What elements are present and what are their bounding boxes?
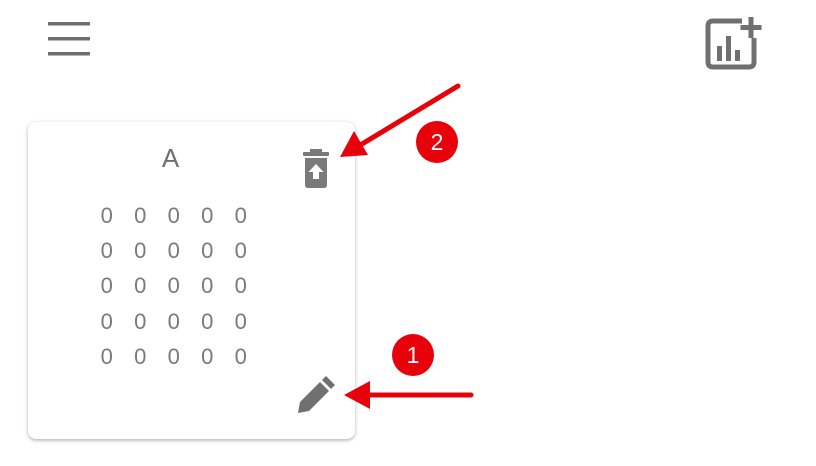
matrix-cell: 0 [201, 308, 214, 334]
matrix-row: 0 0 0 0 0 [90, 304, 258, 339]
menu-button[interactable] [46, 20, 92, 58]
matrix-cell: 0 [167, 343, 180, 369]
matrix-cell: 0 [201, 343, 214, 369]
delete-button[interactable] [298, 146, 334, 190]
matrix-row: 0 0 0 0 0 [90, 233, 258, 268]
matrix-cell: 0 [234, 202, 247, 228]
card-title: A [161, 143, 180, 173]
matrix-cell: 0 [167, 237, 180, 263]
matrix-cell: 0 [100, 273, 113, 299]
matrix-cell: 0 [201, 237, 214, 263]
arrow-to-edit [344, 381, 474, 409]
menu-icon [48, 22, 90, 56]
matrix-cell: 0 [134, 273, 147, 299]
matrix-cell: 0 [234, 343, 247, 369]
matrix-cell: 0 [234, 237, 247, 263]
matrix-cell: 0 [167, 308, 180, 334]
matrix-cell: 0 [100, 308, 113, 334]
matrix-cell: 0 [134, 237, 147, 263]
add-chart-icon [705, 17, 762, 70]
matrix-cell: 0 [234, 308, 247, 334]
matrix-cell: 0 [201, 273, 214, 299]
add-chart-button[interactable] [704, 14, 764, 72]
matrix-cell: 0 [100, 343, 113, 369]
page: A 0 0 0 0 0 0 0 0 0 0 0 0 0 0 0 0 0 0 0 … [0, 0, 816, 466]
matrix-grid: 0 0 0 0 0 0 0 0 0 0 0 0 0 0 0 0 0 0 0 0 … [90, 198, 258, 374]
arrow-to-delete [340, 83, 461, 157]
pencil-icon [298, 376, 335, 413]
matrix-card: A 0 0 0 0 0 0 0 0 0 0 0 0 0 0 0 0 0 0 0 … [28, 122, 355, 439]
matrix-cell: 0 [167, 273, 180, 299]
matrix-cell: 0 [134, 308, 147, 334]
matrix-cell: 0 [234, 273, 247, 299]
badge-1 [392, 334, 434, 376]
matrix-row: 0 0 0 0 0 [90, 339, 258, 374]
matrix-cell: 0 [201, 202, 214, 228]
matrix-cell: 0 [134, 343, 147, 369]
matrix-cell: 0 [100, 202, 113, 228]
edit-button[interactable] [290, 368, 340, 418]
delete-restore-icon [303, 149, 329, 188]
matrix-cell: 0 [167, 202, 180, 228]
matrix-row: 0 0 0 0 0 [90, 269, 258, 304]
matrix-cell: 0 [100, 237, 113, 263]
badge-2 [416, 121, 458, 163]
matrix-cell: 0 [134, 202, 147, 228]
badge-1-label: 1 [407, 342, 420, 368]
matrix-row: 0 0 0 0 0 [90, 198, 258, 233]
badge-2-label: 2 [431, 129, 444, 155]
